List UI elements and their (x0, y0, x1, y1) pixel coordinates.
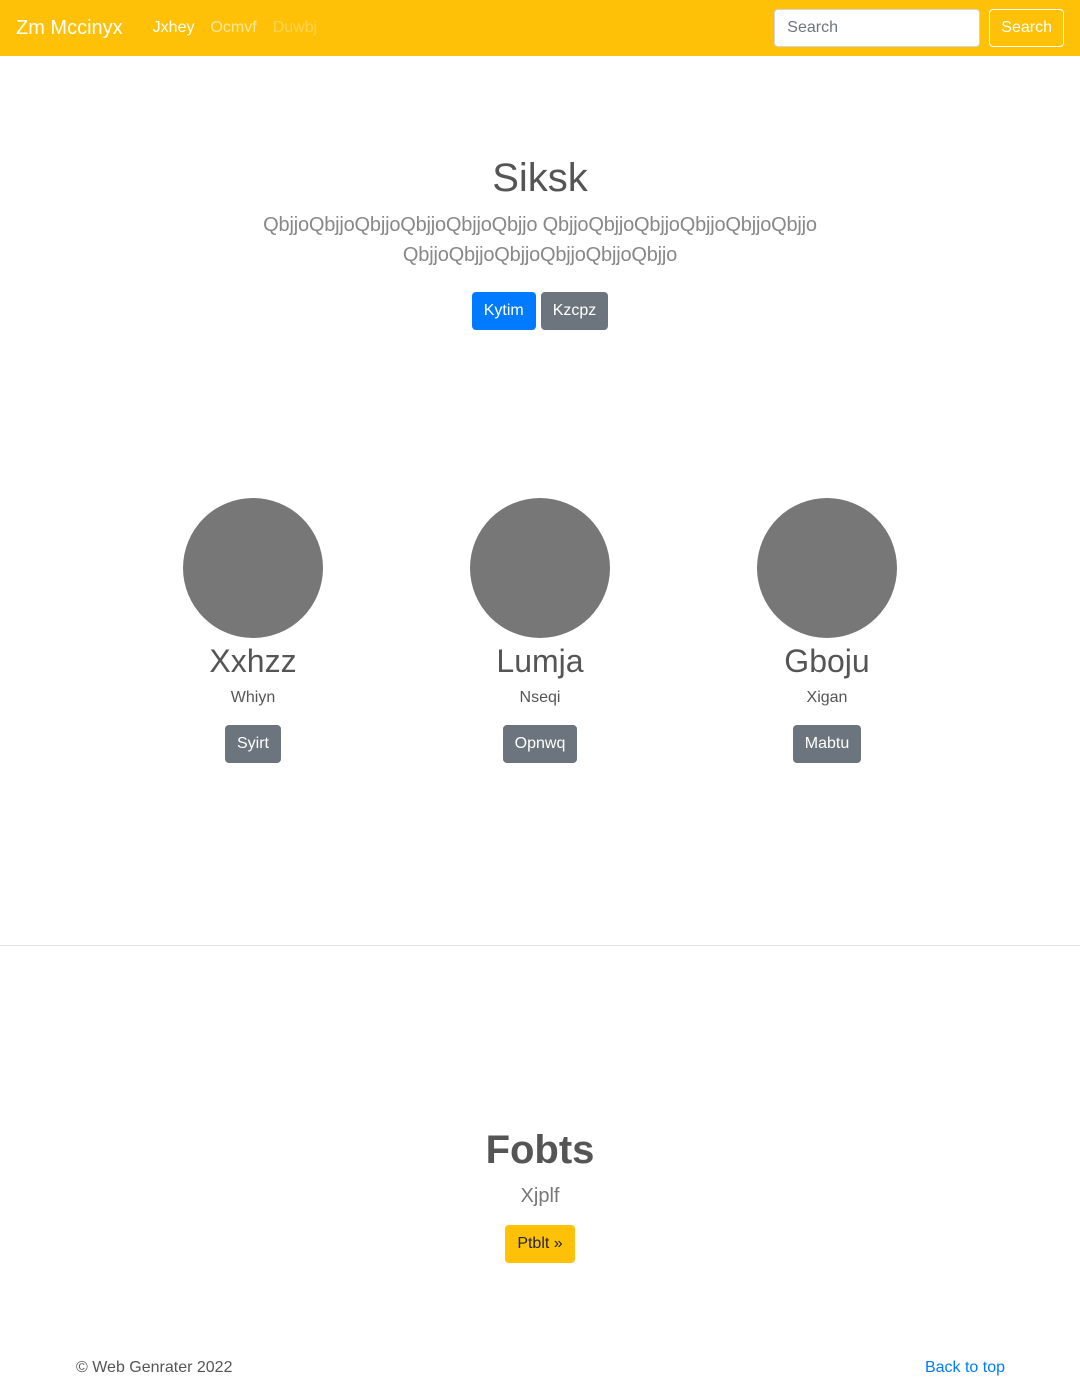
feature-section: Fobts Xjplf Ptblt » (0, 1124, 1080, 1263)
nav-link-jxhey[interactable]: Jxhey (145, 19, 203, 37)
member-name: Xxhzz (209, 643, 297, 679)
brand-link[interactable]: Zm Mccinyx (16, 17, 123, 40)
footer: © Web Genrater 2022 Back to top (76, 1359, 1005, 1377)
nav-links: Jxhey Ocmvf Duwbj (145, 19, 325, 37)
navbar: Zm Mccinyx Jxhey Ocmvf Duwbj Search (0, 0, 1080, 56)
search-input[interactable] (774, 9, 981, 47)
member-role: Nseqi (519, 689, 561, 706)
avatar (470, 498, 610, 638)
nav-link-ocmvf[interactable]: Ocmvf (202, 19, 264, 37)
member-button[interactable]: Syirt (225, 725, 281, 763)
search-button[interactable]: Search (989, 9, 1064, 47)
member-button[interactable]: Opnwq (502, 725, 578, 763)
avatar (757, 498, 897, 638)
copyright-text: © Web Genrater 2022 (76, 1359, 233, 1376)
avatar (183, 498, 323, 638)
hero-buttons: Kytim Kzcpz (0, 292, 1080, 330)
member-name: Gboju (784, 643, 870, 679)
hero-title: Siksk (492, 156, 588, 200)
back-to-top-link[interactable]: Back to top (925, 1359, 1005, 1377)
member-role: Whiyn (230, 689, 276, 706)
feature-title: Fobts (485, 1128, 595, 1172)
team-member: Xxhzz Whiyn Syirt (133, 498, 373, 763)
member-name: Lumja (496, 643, 584, 679)
section-divider (0, 945, 1080, 946)
team-member: Lumja Nseqi Opnwq (420, 498, 660, 763)
feature-button[interactable]: Ptblt » (505, 1225, 575, 1263)
feature-subtitle: Xjplf (520, 1185, 560, 1207)
hero-section: Siksk QbjjoQbjjoQbjjoQbjjoQbjjoQbjjo Qbj… (0, 56, 1080, 330)
team-member: Gboju Xigan Mabtu (707, 498, 947, 763)
hero-primary-button[interactable]: Kytim (471, 292, 536, 330)
hero-secondary-button[interactable]: Kzcpz (540, 292, 609, 330)
nav-link-duwbj: Duwbj (272, 19, 318, 36)
member-button[interactable]: Mabtu (792, 725, 862, 763)
member-role: Xigan (806, 689, 848, 706)
hero-lead: QbjjoQbjjoQbjjoQbjjoQbjjoQbjjo QbjjoQbjj… (263, 214, 817, 266)
